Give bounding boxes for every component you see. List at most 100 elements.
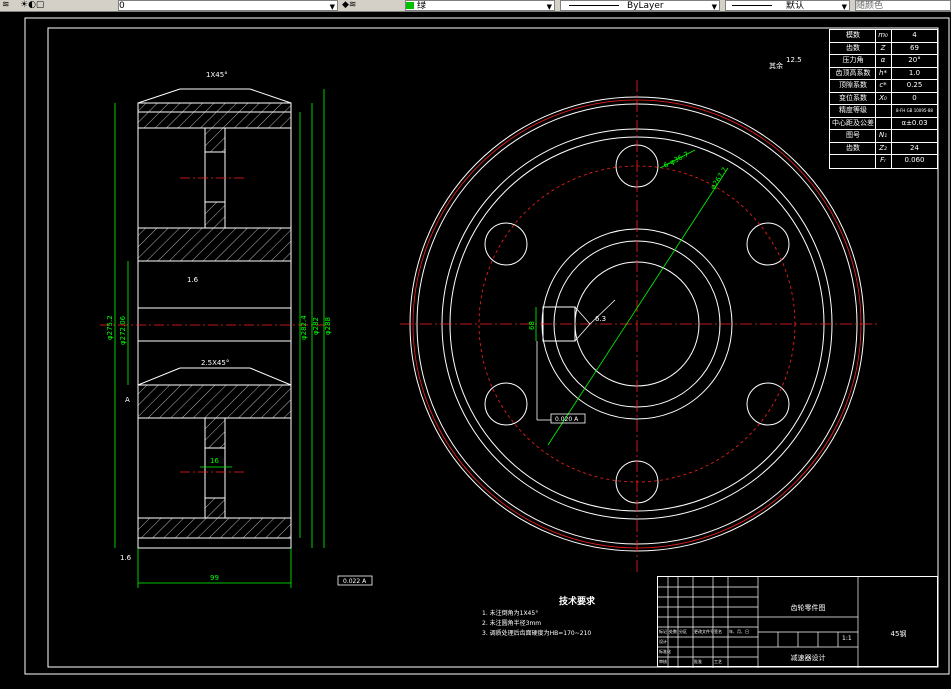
param-label: 齿数 — [846, 43, 860, 52]
tolerance-frame-side: 0.022 A — [337, 575, 373, 586]
left-outer-dim: φ275.2 — [106, 315, 114, 340]
param-symbol: c* — [879, 81, 887, 90]
title-block-cell: 审核 — [659, 659, 667, 664]
chevron-down-icon: ▼ — [546, 3, 552, 11]
param-row: 齿顶高系数 h* 1.0 — [830, 67, 937, 81]
param-symbol: N₁ — [878, 131, 888, 140]
chevron-down-icon: ▼ — [329, 3, 335, 11]
right-dim-3: φ288 — [324, 317, 332, 335]
param-row: 精度等级 8-FH GB 10095-88 — [830, 105, 937, 118]
web-hole-5 — [484, 382, 528, 426]
param-label: 变位系数 — [839, 93, 867, 102]
param-label: 齿数 — [846, 143, 860, 152]
pitch-dim: φ267.7 — [709, 166, 729, 191]
color-swatch-icon — [406, 2, 414, 9]
slot-dim: 68 — [528, 321, 536, 330]
linetype-value: ByLayer — [627, 1, 664, 11]
title-block-cell: 签名 — [714, 629, 722, 634]
title-block: 齿轮零件图 45钢 1:1 减速器设计 标记 处数 分区 更改文件号 签名 年、月、日 设计… — [657, 576, 938, 668]
param-row: 顶隙系数 c* 0.25 — [830, 80, 937, 93]
lineweight-combo[interactable]: 默认 ▼ — [725, 0, 850, 11]
part-name: 齿轮零件图 — [790, 604, 826, 612]
param-symbol: Z — [880, 43, 886, 52]
layer-state-icons[interactable]: ☀◐▢ — [20, 0, 48, 11]
plotstyle-combo[interactable]: 随颜色 — [855, 0, 951, 11]
param-label: 顶隙系数 — [839, 81, 867, 90]
roughness-corner-prefix: 其余 — [769, 61, 783, 70]
web-hole-6 — [746, 382, 790, 426]
param-value: 0.25 — [906, 81, 923, 90]
layer-tools-icon[interactable]: ◆≋ — [342, 0, 384, 11]
param-label: 模数 — [846, 31, 860, 39]
color-combo[interactable]: 绿 ▼ — [405, 0, 555, 11]
chevron-down-icon: ▼ — [841, 3, 847, 11]
param-row: 变位系数 X₀ 0 — [830, 92, 937, 106]
notes-list: 1. 未注倒角为1X45° 2. 未注圆角半径3mm 3. 调质处理后齿面硬度为… — [482, 609, 652, 639]
plotstyle-value: 随颜色 — [856, 1, 884, 11]
drawing-canvas[interactable]: 1X45° 2.5X45° 1.6 1.6 A 16 99 φ275.2 φ27… — [0, 12, 951, 685]
title-block-cell: 更改文件号 — [694, 629, 714, 634]
title-block-cell: 批准 — [694, 659, 702, 664]
param-value: α±0.03 — [901, 118, 928, 127]
width-dim: 99 — [210, 574, 219, 582]
side-view — [137, 88, 292, 549]
param-value: 0.060 — [904, 156, 925, 165]
param-value: 8-FH GB 10095-88 — [896, 108, 933, 114]
right-dim-1: φ282.4 — [300, 315, 308, 340]
title-block-cell: 工艺 — [714, 659, 722, 664]
layer-combo[interactable]: 0 ▼ — [118, 0, 338, 11]
param-row: 中心距及公差 α±0.03 — [830, 117, 937, 131]
param-row: 压力角 α 20° — [830, 55, 937, 68]
param-value: 1.0 — [908, 68, 921, 77]
chamfer-hub-label: 2.5X45° — [201, 359, 229, 367]
param-row: 图号 N₁ — [830, 130, 937, 143]
param-value: 4 — [912, 31, 917, 39]
note-item: 2. 未注圆角半径3mm — [482, 620, 542, 627]
linetype-combo[interactable]: ByLayer ▼ — [560, 0, 720, 11]
param-symbol: Fᵣ — [880, 156, 886, 165]
keyway-dim: 16 — [210, 457, 219, 465]
param-symbol: X₀ — [879, 93, 887, 102]
gear-parameter-table: 模数 m₀ 4 齿数 Z 69 压力角 α 20° 齿顶高系数 h* 1.0 顶隙系数 c* 0.25 变位系… — [829, 29, 938, 169]
param-row: Fᵣ 0.060 — [830, 155, 937, 168]
param-label: 精度等级 — [839, 106, 867, 115]
tol-bore-label: 0.020 A — [555, 416, 579, 423]
datum-label: A — [125, 396, 130, 404]
web-hole-2 — [484, 222, 528, 266]
web-hole-3 — [746, 222, 790, 266]
lineweight-value: 默认 — [786, 1, 805, 11]
param-row: 齿数 Z 69 — [830, 42, 937, 56]
line-sample-icon — [732, 5, 772, 6]
project-label: 减速器设计 — [790, 654, 826, 662]
technical-notes: 技术要求 1. 未注倒角为1X45° 2. 未注圆角半径3mm 3. 调质处理后… — [482, 594, 652, 639]
roughness-bottom-label: 1.6 — [120, 554, 132, 562]
title-block-cell: 标记 — [659, 629, 667, 634]
param-symbol: Z₂ — [879, 143, 887, 152]
scale-label: 1:1 — [842, 635, 852, 642]
param-label: 齿顶高系数 — [835, 68, 871, 77]
cell-divider — [891, 130, 892, 142]
layers-icon[interactable]: ≋ — [2, 0, 12, 11]
title-block-cell: 分区 — [679, 629, 687, 634]
notes-title: 技术要求 — [558, 597, 595, 607]
line-sample-icon — [569, 5, 619, 6]
param-label: 压力角 — [842, 56, 864, 65]
param-row: 齿数 Z₂ 24 — [830, 142, 937, 156]
note-item: 3. 调质处理后齿面硬度为HB=170~210 — [482, 630, 592, 637]
param-symbol: m₀ — [878, 31, 888, 39]
roughness-slot-label: 6.3 — [595, 315, 606, 323]
param-value: 69 — [910, 43, 919, 52]
param-label: 图号 — [846, 131, 860, 140]
param-row: 模数 m₀ 4 — [830, 30, 937, 43]
title-block-cell: 设计 — [659, 639, 667, 644]
layer-value: 0 — [119, 1, 125, 11]
title-block-cell: 标准化 — [659, 649, 671, 654]
front-view: 0.020 A 6-φ36.7 φ267.7 68 6.3 其余 12.5 — [400, 56, 880, 575]
cell-divider — [875, 117, 876, 130]
param-value: 0 — [912, 93, 917, 102]
holes-dim: 6-φ36.7 — [662, 150, 690, 169]
param-value: 24 — [910, 143, 919, 152]
material-label: 45钢 — [890, 630, 907, 638]
roughness-corner-label: 12.5 — [786, 56, 802, 64]
chevron-down-icon: ▼ — [711, 3, 717, 11]
